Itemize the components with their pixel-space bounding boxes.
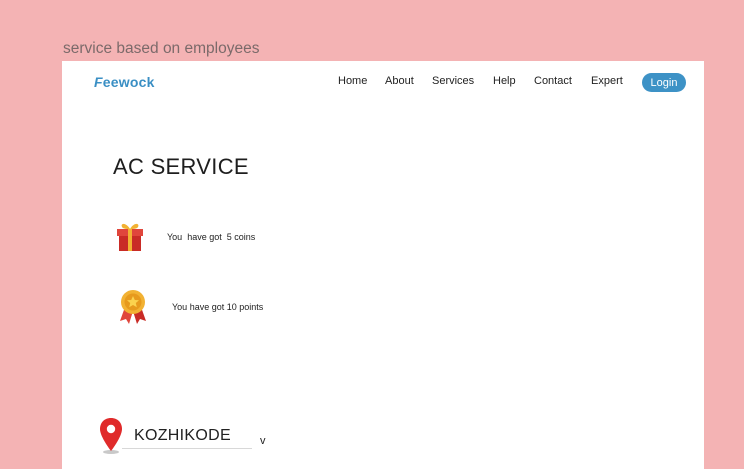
nav-expert[interactable]: Expert	[591, 75, 623, 87]
nav-contact[interactable]: Contact	[534, 75, 572, 87]
location-pin-icon	[98, 417, 124, 460]
nav-home[interactable]: Home	[338, 75, 367, 87]
page-title: AC SERVICE	[113, 154, 249, 179]
frame-label: service based on employees	[63, 40, 260, 57]
logo-text: eewock	[102, 74, 155, 90]
brand-logo[interactable]: Feewock	[94, 74, 155, 90]
medal-icon	[118, 289, 148, 330]
location-underline	[122, 448, 252, 449]
login-button[interactable]: Login	[642, 73, 686, 92]
nav-about[interactable]: About	[385, 75, 414, 87]
chevron-down-icon[interactable]: v	[260, 435, 266, 447]
logo-initial: F	[94, 74, 103, 90]
nav-help[interactable]: Help	[493, 75, 516, 87]
points-text: You have got 10 points	[172, 302, 264, 312]
gift-icon	[115, 221, 145, 258]
page-frame: Feewock Home About Services Help Contact…	[62, 61, 704, 469]
nav-services[interactable]: Services	[432, 75, 474, 87]
location-select[interactable]: KOZHIKODE	[134, 427, 231, 445]
coins-text: You have got 5 coins	[167, 232, 256, 242]
